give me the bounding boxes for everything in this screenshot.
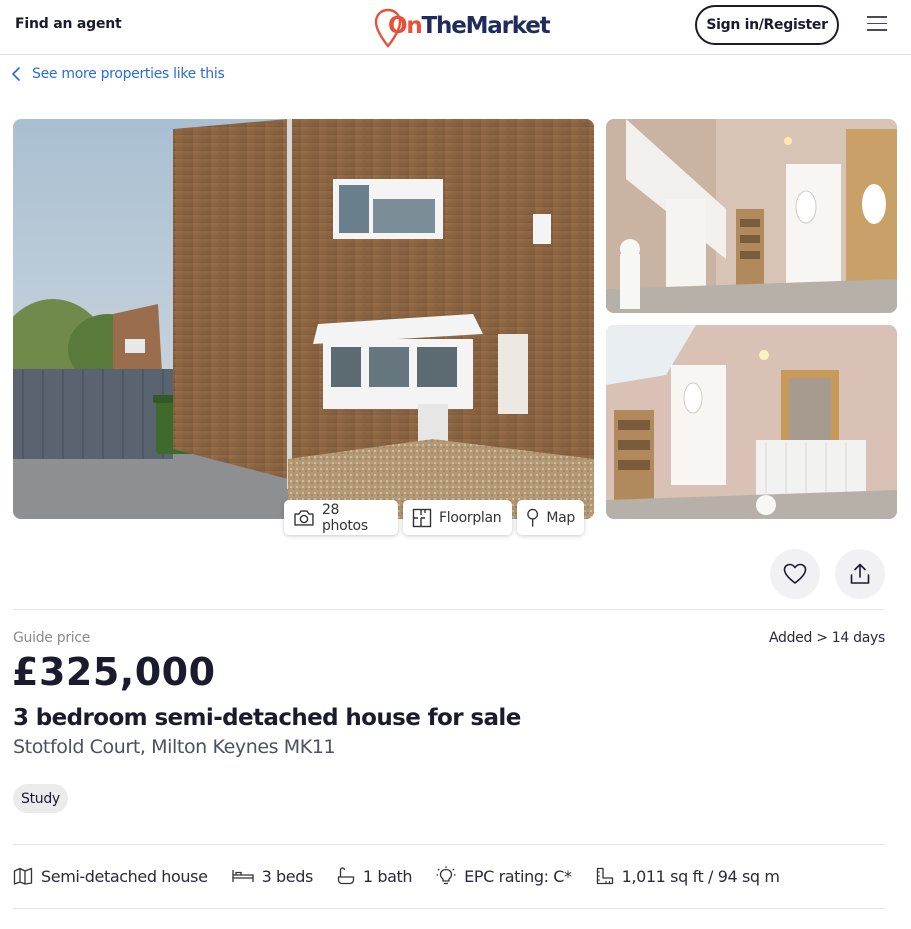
bed-icon: [231, 870, 254, 882]
camera-icon: [294, 509, 314, 526]
lightbulb-icon: [436, 866, 456, 885]
divider: [13, 908, 885, 909]
feature-type: Semi-detached house: [13, 867, 208, 886]
chevron-left-icon: [12, 67, 20, 81]
key-features: Semi-detached house 3 beds 1 bath EPC ra…: [13, 864, 804, 888]
feature-baths-label: 1 bath: [362, 866, 413, 886]
heart-icon: [783, 563, 807, 584]
share-icon: [850, 563, 870, 584]
listing-title: 3 bedroom semi-detached house for sale: [13, 705, 521, 731]
floorplan-icon: [412, 508, 432, 527]
site-header: Find an agent OnTheMarket Sign in/Regist…: [0, 0, 911, 55]
sign-in-button[interactable]: Sign in/Register: [695, 5, 839, 45]
floorplan-button[interactable]: Floorplan: [403, 500, 512, 535]
house-icon: [13, 867, 33, 885]
onthemarket-logo[interactable]: OnTheMarket: [374, 8, 551, 48]
see-more-link[interactable]: See more properties like this: [12, 66, 225, 82]
feature-epc: EPC rating: C*: [436, 866, 572, 886]
floorplan-label: Floorplan: [439, 509, 502, 526]
hamburger-menu-icon[interactable]: [867, 16, 887, 32]
feature-baths: 1 bath: [337, 866, 413, 886]
feature-size: 1,011 sq ft / 94 sq m: [596, 867, 780, 886]
listing-address: Stotfold Court, Milton Keynes MK11: [13, 736, 336, 758]
hallway-photo-1[interactable]: [606, 119, 897, 313]
save-button[interactable]: [770, 549, 820, 599]
feature-type-label: Semi-detached house: [41, 866, 208, 886]
logo-text-on: On: [388, 13, 423, 39]
divider: [13, 609, 885, 610]
main-photo[interactable]: [13, 119, 594, 519]
photos-label: 28 photos: [321, 501, 368, 534]
price-qualifier: Guide price: [13, 630, 91, 646]
feature-beds: 3 beds: [231, 866, 314, 886]
feature-beds-label: 3 beds: [261, 866, 314, 886]
see-more-label: See more properties like this: [32, 66, 225, 82]
map-pin-icon: [527, 508, 539, 527]
feature-epc-label: EPC rating: C*: [464, 866, 572, 886]
photos-button[interactable]: 28 photos: [284, 500, 398, 535]
added-date: Added > 14 days: [768, 630, 885, 646]
map-label: Map: [546, 509, 575, 526]
bath-icon: [337, 867, 355, 885]
share-button[interactable]: [835, 549, 885, 599]
map-button[interactable]: Map: [517, 500, 584, 535]
logo-text-rest: TheMarket: [421, 13, 551, 39]
area-icon: [596, 867, 613, 885]
feature-size-label: 1,011 sq ft / 94 sq m: [621, 866, 780, 886]
divider: [13, 844, 885, 845]
find-agent-link[interactable]: Find an agent: [15, 16, 122, 32]
feature-tag: Study: [13, 784, 68, 813]
price: £325,000: [12, 650, 216, 694]
hallway-photo-2[interactable]: [606, 325, 897, 519]
